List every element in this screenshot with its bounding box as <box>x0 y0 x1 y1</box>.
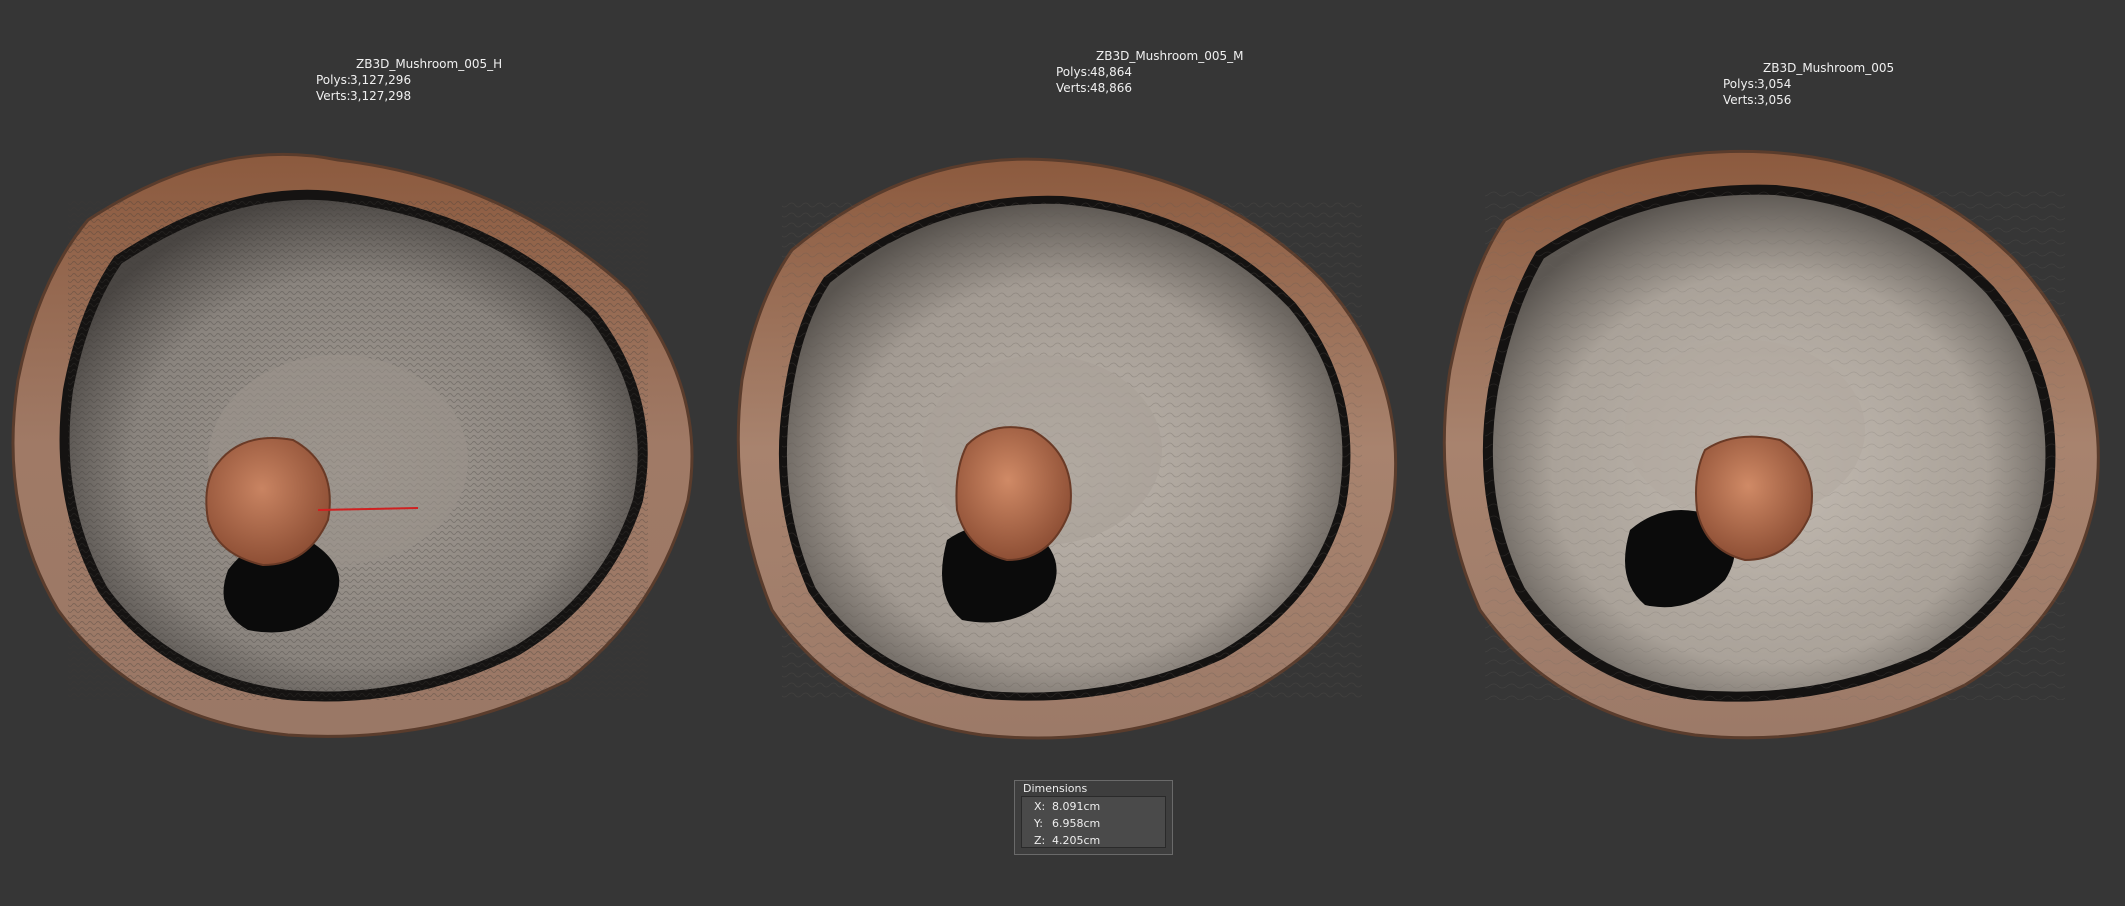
dimensions-values: X: 8.091cm Y: 6.958cm Z: 4.205cm <box>1021 796 1166 848</box>
polys-value: 3,054 <box>1757 77 1792 91</box>
model-name: ZB3D_Mushroom_005_H <box>356 57 503 71</box>
dimensions-panel: Dimensions X: 8.091cm Y: 6.958cm Z: 4.205cm <box>1014 780 1173 855</box>
mushroom-model-high[interactable] <box>8 140 708 750</box>
model-name: ZB3D_Mushroom_005_M <box>1096 49 1244 63</box>
model-info-medium: ZB3D_Mushroom_005_M Polys:48,864 Verts:4… <box>1056 48 1243 96</box>
3d-viewport[interactable]: ZB3D_Mushroom_005_H Polys:3,127,296 Vert… <box>0 0 2125 906</box>
z-value: 4.205cm <box>1052 834 1101 847</box>
dimension-y: Y: 6.958cm <box>1034 817 1100 830</box>
mushroom-model-low[interactable] <box>1435 140 2125 750</box>
model-name: ZB3D_Mushroom_005 <box>1763 61 1895 75</box>
polys-value: 3,127,296 <box>350 73 412 87</box>
verts-label: Verts: <box>1723 93 1758 107</box>
verts-value: 3,127,298 <box>350 89 412 103</box>
z-label: Z: <box>1034 834 1046 847</box>
model-info-low: ZB3D_Mushroom_005 Polys:3,054 Verts:3,05… <box>1723 60 1894 108</box>
mushroom-model-medium[interactable] <box>732 140 1422 750</box>
y-value: 6.958cm <box>1052 817 1101 830</box>
polys-value: 48,864 <box>1090 65 1132 79</box>
verts-value: 48,866 <box>1090 81 1132 95</box>
x-label: X: <box>1034 800 1046 813</box>
verts-value: 3,056 <box>1757 93 1792 107</box>
verts-label: Verts: <box>316 89 351 103</box>
model-info-high: ZB3D_Mushroom_005_H Polys:3,127,296 Vert… <box>316 56 502 104</box>
verts-label: Verts: <box>1056 81 1091 95</box>
dimension-x: X: 8.091cm <box>1034 800 1100 813</box>
polys-label: Polys: <box>1723 77 1758 91</box>
y-label: Y: <box>1034 817 1043 830</box>
x-value: 8.091cm <box>1052 800 1101 813</box>
polys-label: Polys: <box>316 73 351 87</box>
dimensions-title: Dimensions <box>1023 782 1088 795</box>
polys-label: Polys: <box>1056 65 1091 79</box>
dimension-z: Z: 4.205cm <box>1034 834 1100 847</box>
